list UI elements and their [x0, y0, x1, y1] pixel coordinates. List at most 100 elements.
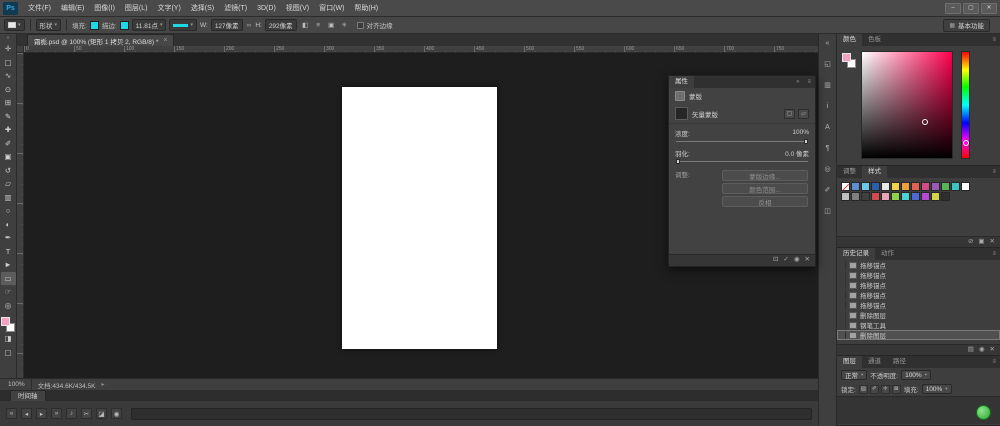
load-selection-icon[interactable]: ⊡ — [773, 257, 778, 264]
style-swatch[interactable] — [901, 192, 910, 201]
foreground-color-swatch[interactable] — [1, 317, 10, 326]
menu-item[interactable]: 文字(Y) — [152, 0, 185, 17]
tab-color[interactable]: 颜色 — [837, 34, 862, 46]
type-tool[interactable]: T — [1, 245, 16, 259]
fill-color-swatch[interactable] — [90, 21, 99, 30]
style-swatch[interactable] — [911, 182, 920, 191]
layer-comps-panel-icon[interactable]: ◫ — [821, 205, 834, 217]
menu-item[interactable]: 滤镜(T) — [219, 0, 252, 17]
timeline-track[interactable] — [131, 408, 812, 420]
dodge-tool[interactable]: ◐ — [1, 218, 16, 232]
lock-position-icon[interactable]: ✛ — [881, 385, 890, 394]
screen-mode-button[interactable]: ▢ — [1, 346, 16, 360]
path-operations-icon[interactable]: ◧ — [300, 20, 311, 31]
toolbar-collapse-icon[interactable]: » — [7, 34, 10, 42]
history-state-row[interactable]: 拖移锚点 — [837, 280, 1000, 290]
style-swatch[interactable] — [891, 182, 900, 191]
stroke-width-input[interactable]: 11.81点 ▾ — [132, 19, 167, 31]
histogram-panel-icon[interactable]: ▥ — [821, 79, 834, 91]
brush-tool[interactable]: ✐ — [1, 137, 16, 151]
next-frame-icon[interactable]: » — [51, 408, 62, 419]
history-state-row[interactable]: 拖移锚点 — [837, 270, 1000, 280]
info-panel-icon[interactable]: i — [821, 100, 834, 112]
path-arrange-icon[interactable]: ▣ — [326, 20, 337, 31]
blur-tool[interactable]: ○ — [1, 204, 16, 218]
history-state-row[interactable]: 拖移锚点 — [837, 260, 1000, 270]
tab-timeline[interactable]: 时间轴 — [10, 390, 46, 401]
gradient-tool[interactable]: ▥ — [1, 191, 16, 205]
clone-stamp-tool[interactable]: ▣ — [1, 150, 16, 164]
history-source-box[interactable] — [840, 281, 846, 289]
rectangle-tool[interactable]: ▭ — [1, 272, 16, 286]
quick-mask-button[interactable]: ◨ — [1, 332, 16, 346]
panel-menu-icon[interactable]: ≡ — [988, 356, 1000, 368]
style-swatch[interactable] — [861, 192, 870, 201]
paragraph-panel-icon[interactable]: ¶ — [821, 142, 834, 154]
collapse-panels-icon[interactable]: « — [821, 37, 834, 49]
style-swatch[interactable] — [951, 182, 960, 191]
close-tab-icon[interactable]: × — [163, 37, 167, 44]
style-swatch[interactable] — [871, 182, 880, 191]
tool-mode-dropdown[interactable]: 形状 ▾ — [36, 19, 62, 31]
tool-preset-picker[interactable]: ▾ — [4, 19, 25, 31]
mask-edge-button[interactable]: 蒙版边缘... — [722, 170, 808, 181]
navigator-panel-icon[interactable]: ◱ — [821, 58, 834, 70]
panel-menu-icon[interactable]: ≡ — [803, 76, 815, 88]
tab-paths[interactable]: 路径 — [887, 356, 912, 368]
history-source-box[interactable] — [840, 311, 846, 319]
style-swatch[interactable] — [841, 182, 850, 191]
feather-slider-thumb[interactable] — [676, 159, 680, 164]
eyedropper-tool[interactable]: ✎ — [1, 110, 16, 124]
history-source-box[interactable] — [840, 271, 846, 279]
menu-item[interactable]: 帮助(H) — [349, 0, 383, 17]
history-state-row[interactable]: 拖移锚点 — [837, 300, 1000, 310]
tab-adjustments[interactable]: 调整 — [837, 166, 862, 178]
density-slider[interactable] — [676, 139, 808, 144]
history-state-row[interactable]: 删除图层 — [837, 310, 1000, 320]
menu-item[interactable]: 图层(L) — [120, 0, 153, 17]
status-popup-icon[interactable]: ▸ — [101, 381, 104, 388]
history-source-box[interactable] — [840, 261, 846, 269]
zoom-level[interactable]: 100% — [0, 379, 32, 390]
menu-item[interactable]: 编辑(E) — [56, 0, 89, 17]
clone-source-panel-icon[interactable]: ◎ — [821, 163, 834, 175]
style-swatch[interactable] — [941, 192, 950, 201]
style-swatch[interactable] — [931, 182, 940, 191]
tab-styles[interactable]: 样式 — [862, 166, 887, 178]
shape-height-input[interactable]: 292像素 — [265, 19, 297, 31]
shape-width-input[interactable]: 127像素 — [211, 19, 243, 31]
panel-collapse-icon[interactable]: » — [792, 76, 803, 88]
lasso-tool[interactable]: ∿ — [1, 69, 16, 83]
history-source-box[interactable] — [840, 331, 846, 339]
blend-mode-dropdown[interactable]: 正常 ▾ — [841, 370, 867, 380]
menu-item[interactable]: 文件(F) — [23, 0, 56, 17]
delete-style-icon[interactable]: ✕ — [990, 239, 995, 246]
style-swatch[interactable] — [861, 182, 870, 191]
menu-item[interactable]: 图像(I) — [89, 0, 120, 17]
history-source-box[interactable] — [840, 301, 846, 309]
new-style-icon[interactable]: ▣ — [978, 239, 984, 246]
style-swatch[interactable] — [901, 182, 910, 191]
menu-item[interactable]: 视图(V) — [281, 0, 314, 17]
zoom-tool[interactable]: ◎ — [1, 299, 16, 313]
tab-actions[interactable]: 动作 — [875, 248, 900, 260]
document-tab[interactable]: 霜栀.psd @ 100% (矩形 1 拷贝 2, RGB/8) * × — [27, 34, 174, 46]
lock-pixels-icon[interactable]: ✐ — [870, 385, 879, 394]
apply-mask-icon[interactable]: ✓ — [783, 257, 788, 264]
move-tool[interactable]: ✛ — [1, 42, 16, 56]
delete-state-icon[interactable]: ✕ — [990, 347, 995, 354]
history-state-row[interactable]: 删除图层 — [837, 330, 1000, 340]
panel-menu-icon[interactable]: ≡ — [988, 34, 1000, 46]
path-align-icon[interactable]: ≡ — [313, 20, 324, 31]
color-range-button[interactable]: 颜色范围... — [722, 183, 808, 194]
history-source-box[interactable] — [840, 291, 846, 299]
vector-mask-thumbnail[interactable] — [675, 107, 688, 120]
style-swatch[interactable] — [961, 182, 970, 191]
workspace-switcher[interactable]: ▦ 基本功能 — [943, 19, 990, 32]
style-swatch[interactable] — [881, 182, 890, 191]
stroke-type-dropdown[interactable]: ▾ — [169, 19, 197, 31]
tab-swatches[interactable]: 色板 — [862, 34, 887, 46]
history-source-box[interactable] — [840, 321, 846, 329]
invert-button[interactable]: 反相 — [722, 196, 808, 207]
link-dimensions-icon[interactable]: ∞ — [246, 22, 253, 29]
